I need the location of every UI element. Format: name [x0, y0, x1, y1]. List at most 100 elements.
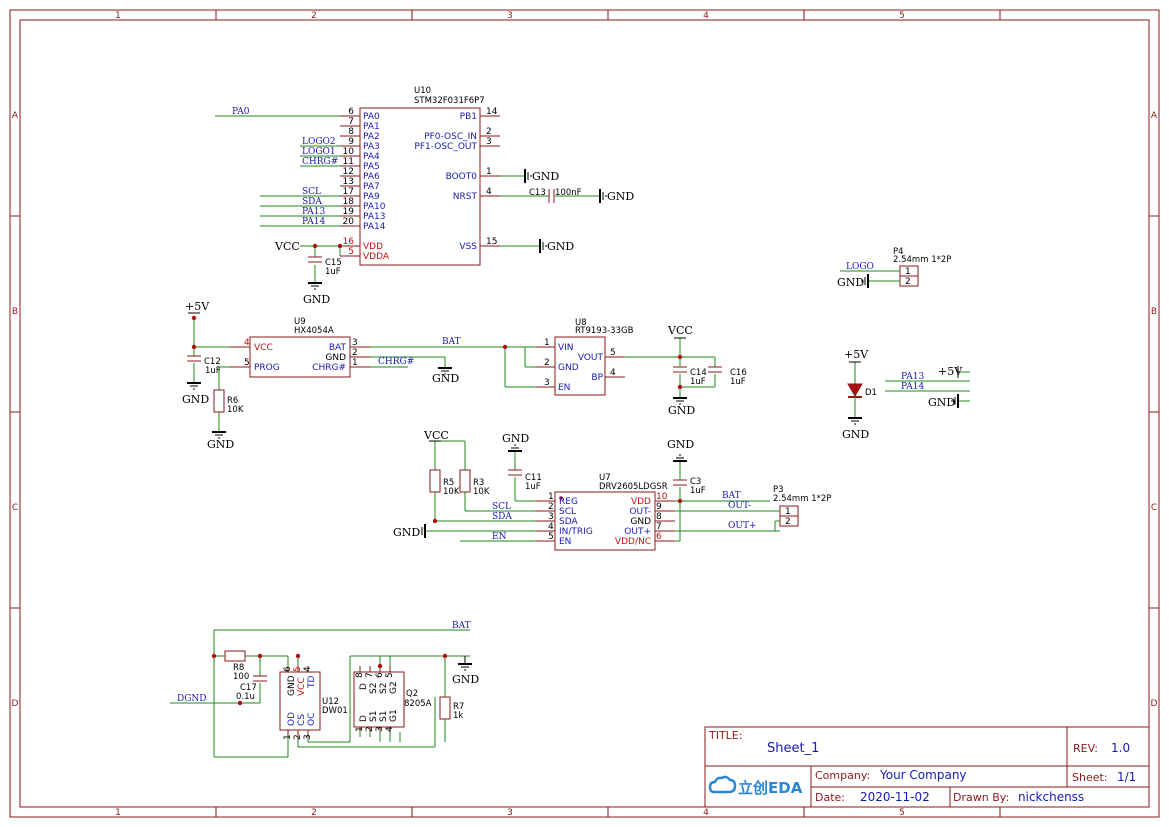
u10-num-3: 3 [486, 137, 492, 147]
u12-num-1: 1 [283, 734, 293, 740]
ruler-row-c-left: C [12, 503, 18, 513]
net-dgnd: DGND [177, 694, 207, 704]
u10-num-15: 15 [486, 237, 497, 247]
ruler-col-4-bottom: 4 [703, 808, 709, 818]
c11-capacitor[interactable]: C11 1uF [508, 469, 542, 492]
p4-connector[interactable]: 1 2 P4 2.54mm 1*2P [893, 247, 951, 287]
u10-pin-boot0: BOOT0 [446, 172, 478, 182]
c15-value: 1uF [325, 267, 341, 277]
tb-drawn-by: nickchenss [1018, 790, 1084, 804]
u7-pin-vdd: VDD [631, 497, 651, 507]
u9-pin-vcc: VCC [254, 343, 273, 353]
u10-num-2: 2 [486, 127, 492, 137]
c3-capacitor[interactable]: C3 1uF [673, 477, 706, 496]
u8-pin-bp: BP [591, 373, 603, 383]
u12-num-3: 3 [303, 734, 313, 740]
u8-regulator[interactable]: U8 RT9193-33GB VIN GND EN VOUT BP 1 2 3 … [535, 318, 634, 396]
u10-num-18: 18 [343, 197, 355, 207]
ruler-col-5-top: 5 [899, 11, 905, 21]
u7-pin-in-trig: IN/TRIG [559, 527, 593, 537]
p3-connector[interactable]: 1 2 P3 2.54mm 1*2P [773, 485, 831, 527]
c3-value: 1uF [690, 486, 706, 496]
gnd-symbol-boot0 [524, 169, 532, 183]
u10-pin-pa10: PA10 [363, 202, 386, 212]
u7-pin-reg: REG [559, 497, 578, 507]
net-bat-u7: BAT [722, 491, 741, 501]
u10-num-17: 17 [343, 187, 354, 197]
tb-drawn-label: Drawn By: [953, 791, 1009, 804]
gnd-symbol-vss [539, 239, 547, 253]
c16-value: 1uF [730, 377, 746, 387]
c13-value: 100nF [555, 188, 582, 198]
u7-pin-scl: SCL [559, 507, 576, 517]
d1-led[interactable]: D1 [847, 362, 877, 418]
r6-resistor[interactable]: R6 10K [213, 389, 244, 415]
gnd-label-c15: GND [303, 293, 330, 306]
tb-title-label: TITLE: [708, 729, 742, 742]
u12-pin-td: TD [307, 676, 317, 689]
tb-sheet: 1/1 [1117, 770, 1136, 784]
gnd-label-r6: GND [207, 438, 234, 451]
r7-value: 1k [453, 711, 463, 721]
u10-pin-pa0: PA0 [363, 112, 380, 122]
r8-value: 100 [233, 672, 249, 682]
tb-rev-label: REV: [1073, 742, 1098, 755]
q2-pin-s2b: S2 [379, 683, 389, 694]
u9-value: HX4054A [294, 326, 334, 336]
u10-mcu[interactable]: U10 STM32F031F6P7 PA0 PA1 PA2 PA3 PA4 PA… [340, 86, 500, 266]
u12-pin-od: OD [287, 712, 297, 726]
c11-value: 1uF [525, 482, 541, 492]
net-en-u7: EN [492, 532, 507, 542]
c13-capacitor[interactable]: C13 100nF [529, 188, 582, 203]
net-vcc-u10: VCC [274, 240, 300, 253]
u7-num-4: 4 [548, 522, 554, 532]
u10-num-9: 9 [348, 137, 354, 147]
net-outm: OUT- [728, 501, 751, 511]
net-pa14-u10: PA14 [302, 217, 325, 227]
u10-pin-vdda: VDDA [363, 252, 390, 262]
u7-num-2: 2 [548, 502, 554, 512]
gnd-label-p4: GND [837, 276, 864, 289]
q2-num-2: 2 [365, 726, 375, 732]
q2-pin-g2: G2 [389, 681, 399, 694]
u9-charger[interactable]: U9 HX4054A VCC PROG BAT GND CHRG# 4 5 3 … [230, 317, 370, 378]
c12-capacitor[interactable]: C12 1uF [187, 355, 221, 376]
gnd-label-c3: GND [667, 438, 694, 451]
p4-pin-1: 1 [905, 267, 911, 277]
u10-num-8: 8 [348, 127, 354, 137]
u10-pin-vdd: VDD [363, 242, 383, 252]
tb-logo: 立创EDA [738, 779, 803, 797]
tb-rev: 1.0 [1111, 741, 1130, 755]
u12-num-2: 2 [293, 734, 303, 740]
gnd-symbol-d1 [848, 417, 862, 425]
u7-num-8: 8 [656, 512, 662, 522]
r5-resistor[interactable]: R5 10K [429, 469, 460, 497]
q2-num-6: 6 [375, 672, 385, 678]
c15-capacitor[interactable]: C15 1uF [308, 256, 342, 277]
net-scl-u10: SCL [302, 187, 321, 197]
net-p5v-right: +5V [938, 365, 963, 378]
u7-num-5: 5 [548, 532, 554, 542]
q2-pin-d-top: D [359, 683, 369, 690]
ruler-col-2-bottom: 2 [311, 808, 317, 818]
u9-pin-gnd: GND [325, 353, 346, 363]
net-p5v-d1: +5V [844, 348, 869, 361]
u12-protection-ic[interactable]: GND VCC TD OD CS OC 6 5 4 1 2 3 U12 DW01 [279, 666, 348, 740]
u9-num-3: 3 [352, 338, 358, 348]
u10-num-11: 11 [343, 157, 354, 167]
c16-capacitor[interactable]: C16 1uF [708, 366, 747, 387]
q2-mosfet[interactable]: D S2 S2 G2 D S1 S1 G1 8 7 6 5 1 2 3 4 Q2… [353, 666, 432, 732]
r7-resistor[interactable]: R7 1k [439, 696, 464, 721]
u7-haptic-driver[interactable]: U7 DRV2605LDGSR REG SCL SDA IN/TRIG EN V… [535, 473, 675, 551]
r6-value: 10K [227, 405, 244, 415]
u10-pin-pa7: PA7 [363, 182, 380, 192]
ruler-row-a-right: A [1151, 111, 1158, 121]
u9-wires [193, 318, 545, 432]
q2-ref: Q2 [406, 689, 418, 699]
c14-capacitor[interactable]: C14 1uF [673, 366, 707, 387]
u7-pin-gnd: GND [630, 517, 651, 527]
r3-resistor[interactable]: R3 10K [459, 469, 490, 497]
net-vcc-u8: VCC [667, 324, 693, 337]
net-chrg-u9: CHRG# [378, 357, 414, 367]
u10-num-12: 12 [343, 167, 354, 177]
